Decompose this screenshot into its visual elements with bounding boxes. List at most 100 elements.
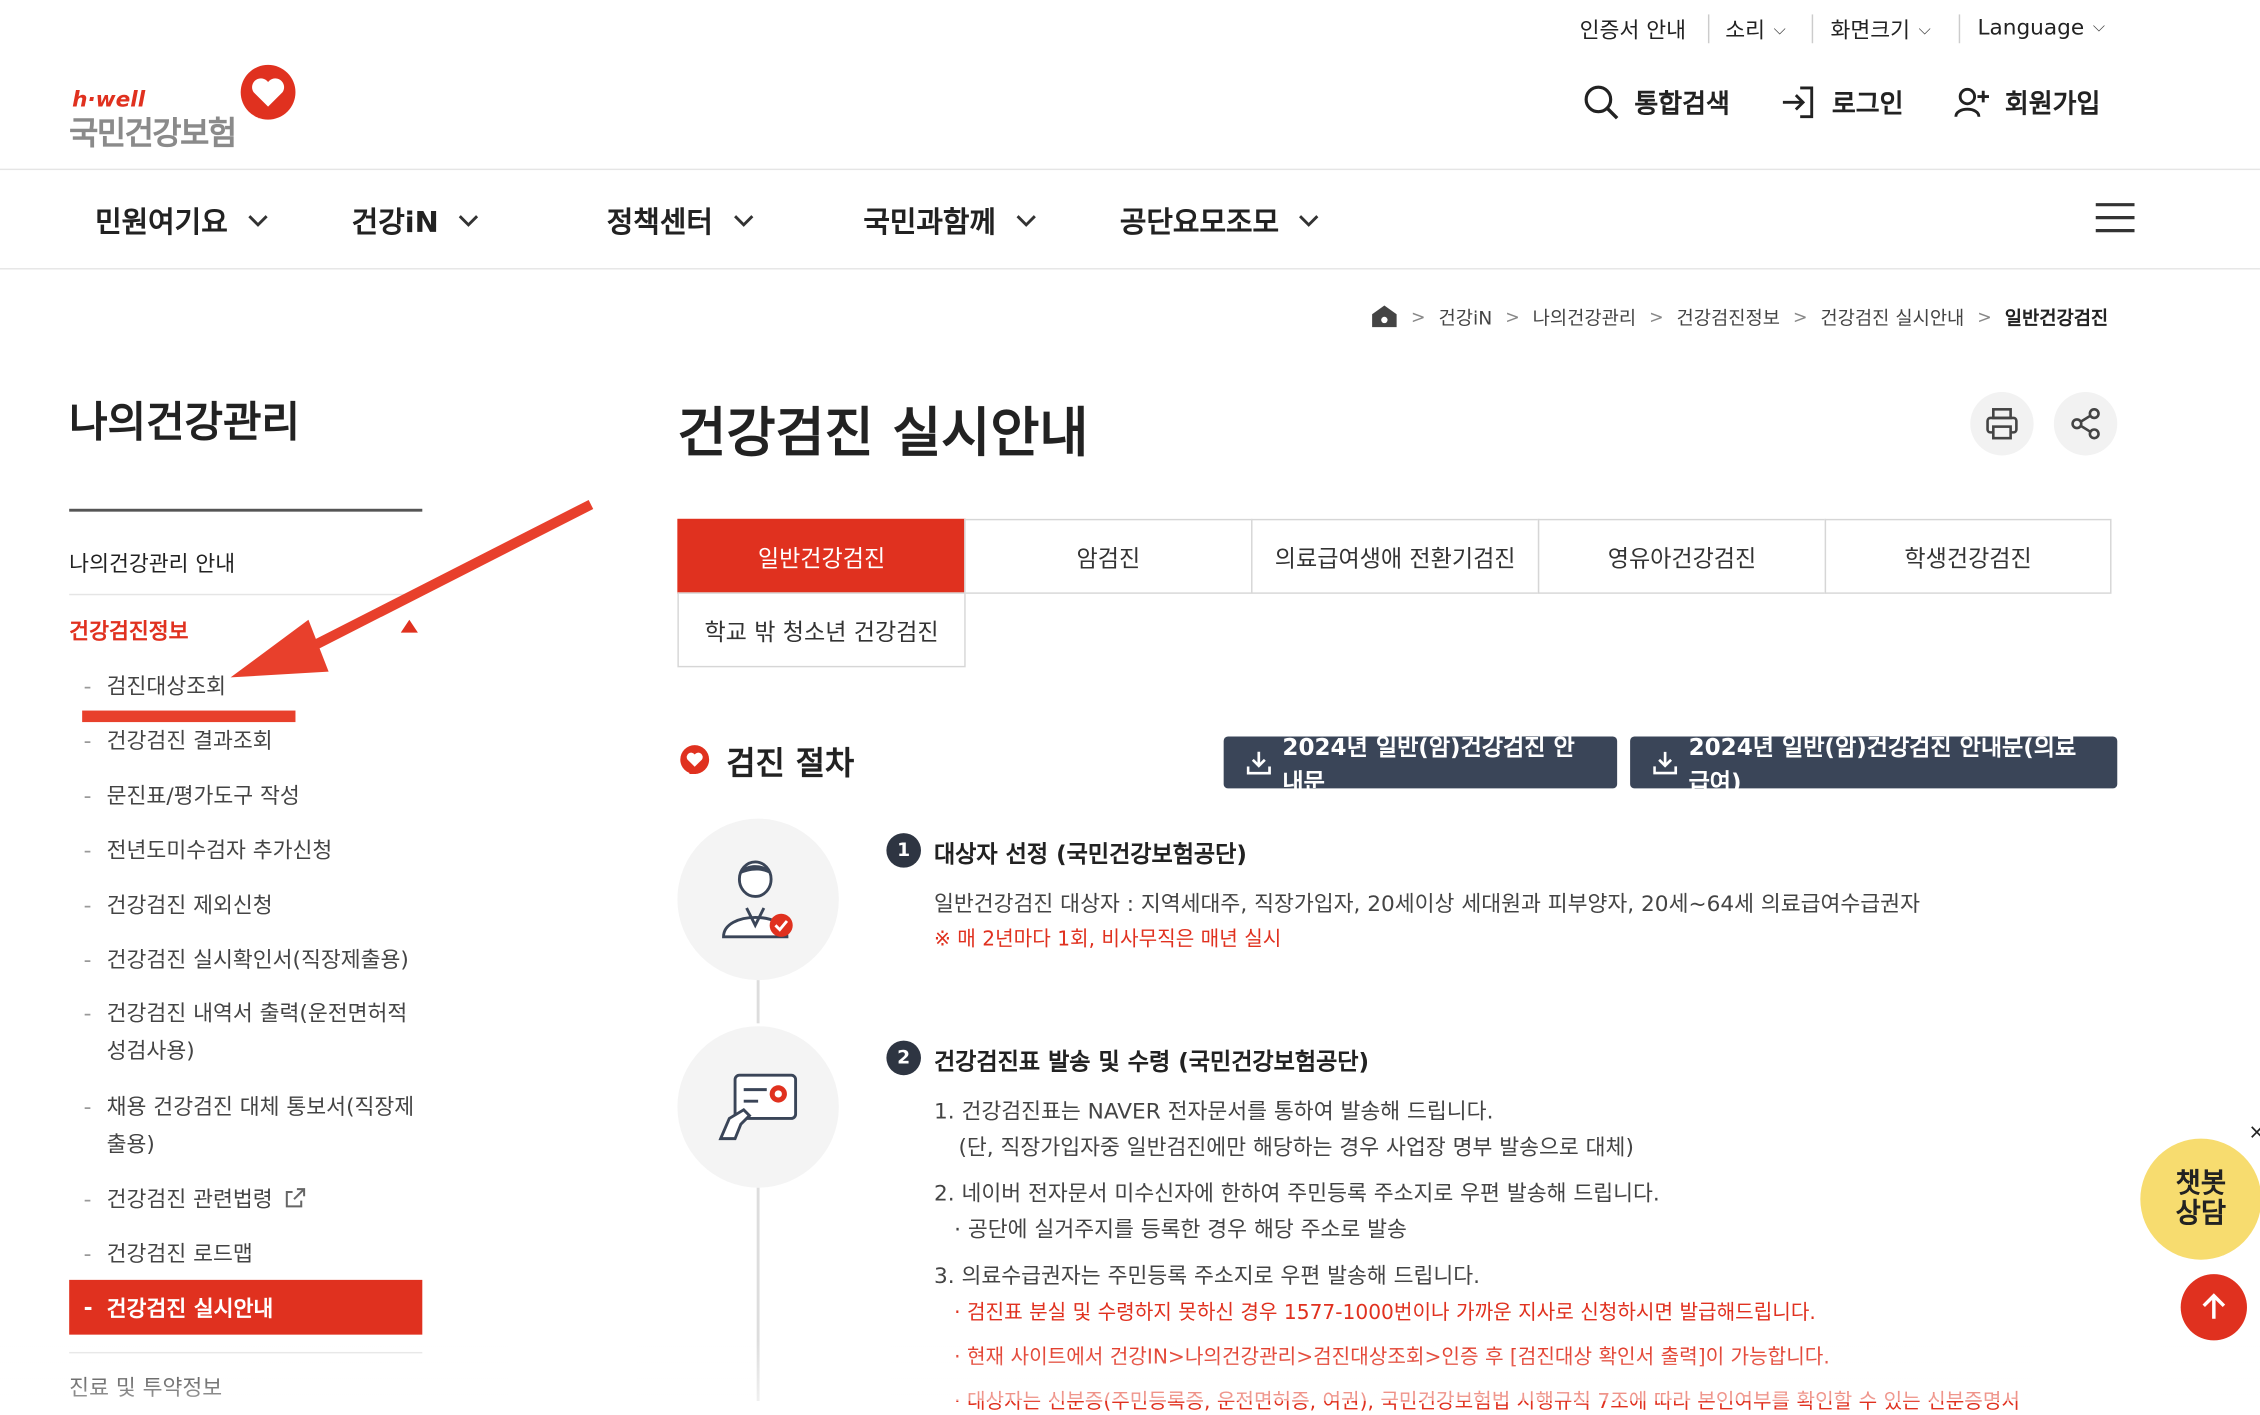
hamburger-menu-icon[interactable]	[2095, 202, 2135, 234]
dash-icon: -	[83, 892, 92, 919]
screen-size-label: 화면크기	[1830, 17, 1911, 44]
sidebar-subitem-label: 채용 건강검진 대체 통보서(직장제출용)	[106, 1093, 415, 1158]
chatbot-close-icon[interactable]: ×	[2248, 1121, 2260, 1144]
logo[interactable]: h·well 국민건강보험	[69, 63, 307, 153]
step-number-badge: 1	[886, 833, 921, 868]
gnb-item-together[interactable]: 국민과함께	[863, 199, 1036, 241]
section-title: 검진 절차	[677, 738, 854, 784]
chatbot-label-line1: 챗봇	[2175, 1167, 2227, 1200]
tab-infant-checkup[interactable]: 영유아건강검진	[1537, 518, 1827, 594]
tab-cancer-checkup[interactable]: 암검진	[964, 518, 1253, 594]
sidebar-subitem-label: 건강검진 로드맵	[106, 1240, 253, 1267]
annotation-underline	[82, 710, 296, 723]
sidebar-divider	[69, 1351, 423, 1354]
step-1-title: 대상자 선정 (국민건강보험공단)	[933, 840, 1247, 868]
download-icon	[1653, 751, 1678, 775]
chevron-right-icon: >	[1649, 306, 1664, 327]
sidebar-title: 나의건강관리	[69, 397, 300, 447]
home-icon[interactable]	[1371, 304, 1398, 329]
breadcrumb-item[interactable]: 건강iN	[1439, 303, 1493, 330]
sidebar-subitem-label: 건강검진 결과조회	[106, 727, 273, 754]
logo-heart-icon	[240, 64, 296, 120]
sidebar-subitem-label: 건강검진 실시확인서(직장제출용)	[106, 946, 409, 973]
dash-icon: -	[83, 1093, 92, 1120]
sidebar-item-guide[interactable]: 나의건강관리 안내	[69, 548, 235, 578]
scroll-top-button[interactable]	[2180, 1274, 2247, 1341]
download-guide-medicaid-button[interactable]: 2024년 일반(암)건강검진 안내문(의료급여)	[1630, 734, 2118, 796]
logo-name-text: 국민건강보험	[69, 116, 237, 153]
breadcrumb-item[interactable]: 나의건강관리	[1533, 303, 1636, 330]
sidebar-subitem-additional-request[interactable]: - 전년도미수검자 추가신청	[84, 832, 423, 869]
sidebar-subitem-questionnaire[interactable]: - 문진표/평가도구 작성	[84, 777, 423, 814]
login-label: 로그인	[1831, 89, 1904, 120]
utility-divider	[1707, 14, 1710, 44]
sidebar-subitem-laws[interactable]: - 건강검진 관련법령	[84, 1180, 423, 1217]
utility-divider	[1811, 14, 1814, 44]
gnb-label: 공단요모조모	[1119, 204, 1280, 240]
heart-badge-icon	[680, 745, 710, 774]
step-number-badge: 2	[886, 1040, 921, 1076]
gnb-item-health-in[interactable]: 건강iN	[352, 199, 479, 241]
chatbot-button[interactable]: 챗봇 상담	[2140, 1138, 2260, 1260]
dash-icon: -	[83, 782, 92, 809]
gnb-label: 민원여기요	[95, 204, 228, 240]
sound-menu[interactable]: 소리 ⌵	[1725, 14, 1785, 44]
print-button[interactable]	[1970, 392, 2034, 456]
share-button[interactable]	[2053, 392, 2118, 456]
language-menu[interactable]: Language ⌵	[1977, 14, 2104, 40]
step-2-line-1: 1. 건강검진표는 NAVER 전자문서를 통하여 발송해 드립니다.	[933, 1098, 1494, 1125]
gnb-top-border	[0, 168, 2260, 171]
gnb-item-about[interactable]: 공단요모조모	[1120, 199, 1319, 241]
share-icon	[2071, 408, 2100, 440]
sidebar-subitem-label: 건강검진 제외신청	[106, 892, 273, 919]
timeline-line	[756, 1187, 760, 1401]
sidebar-subitem-active[interactable]: - 건강검진 실시안내	[69, 1279, 423, 1335]
breadcrumb-item[interactable]: 건강검진 실시안내	[1820, 303, 1964, 330]
sidebar-subitem-roadmap[interactable]: - 건강검진 로드맵	[84, 1235, 423, 1272]
tab-medicaid-transition[interactable]: 의료급여생애 전환기검진	[1251, 518, 1540, 594]
chevron-right-icon: >	[1792, 306, 1808, 327]
step-2-line-3a: · 검진표 분실 및 수령하지 못하신 경우 1577-1000번이나 가까운 …	[954, 1301, 1816, 1325]
login-icon	[1782, 86, 1814, 119]
sidebar-subitem-result-lookup[interactable]: - 건강검진 결과조회	[84, 722, 423, 759]
sidebar-subitem-exclusion[interactable]: - 건강검진 제외신청	[84, 886, 423, 923]
gnb-item-minwon[interactable]: 민원여기요	[95, 199, 268, 241]
download-guide-medicaid-label: 2024년 일반(암)건강검진 안내문(의료급여)	[1688, 733, 2077, 796]
chevron-down-icon	[733, 214, 753, 227]
dash-icon: -	[83, 1186, 92, 1213]
gnb-bottom-border	[0, 268, 2260, 270]
sidebar-item-treatment[interactable]: 진료 및 투약정보	[69, 1372, 222, 1402]
sound-label: 소리	[1725, 17, 1766, 44]
sidebar-subitem-history-print[interactable]: - 건강검진 내역서 출력(운전면허적성검사용)	[84, 994, 423, 1069]
search-button[interactable]: 통합검색	[1583, 84, 1730, 121]
sidebar-section-checkup-info[interactable]: 건강검진정보	[69, 615, 188, 645]
gnb-item-policy[interactable]: 정책센터	[607, 199, 753, 241]
download-icon	[1246, 751, 1271, 775]
join-label: 회원가입	[2004, 89, 2101, 120]
doctor-icon	[722, 860, 793, 939]
sidebar-subitem-confirmation[interactable]: - 건강검진 실시확인서(직장제출용)	[84, 941, 423, 978]
utility-divider	[1958, 14, 1961, 44]
dash-icon: -	[83, 673, 92, 700]
sidebar-subitem-employment-notice[interactable]: - 채용 건강검진 대체 통보서(직장제출용)	[84, 1088, 423, 1163]
dash-icon: -	[83, 1000, 92, 1027]
chevron-right-icon: >	[1505, 306, 1520, 327]
join-button[interactable]: 회원가입	[1953, 84, 2100, 121]
document-delivery-icon	[718, 1073, 798, 1141]
print-icon	[1986, 408, 2018, 440]
tab-general-checkup[interactable]: 일반건강검진	[677, 518, 966, 594]
tab-student-checkup[interactable]: 학생건강검진	[1824, 518, 2112, 594]
screen-size-menu[interactable]: 화면크기 ⌵	[1830, 14, 1930, 44]
chevron-down-icon	[248, 214, 268, 227]
download-guide-button[interactable]: 2024년 일반(암)건강검진 안내문	[1223, 734, 1618, 796]
breadcrumb-item[interactable]: 건강검진정보	[1677, 303, 1780, 330]
tab-out-of-school-youth[interactable]: 학교 밖 청소년 건강검진	[677, 592, 966, 668]
step-2-line-2b: · 공단에 실거주지를 등록한 경우 해당 주소로 발송	[954, 1216, 1407, 1243]
login-button[interactable]: 로그인	[1780, 84, 1904, 121]
section-title-label: 검진 절차	[726, 746, 855, 783]
cert-guide-link[interactable]: 인증서 안내	[1580, 14, 1686, 44]
chatbot-label-line2: 상담	[2175, 1197, 2227, 1230]
step-1-illustration	[677, 818, 839, 981]
step-2-line-2: 2. 네이버 전자문서 미수신자에 한하여 주민등록 주소지로 우편 발송해 드…	[933, 1180, 1660, 1207]
chevron-right-icon: >	[1411, 306, 1426, 327]
